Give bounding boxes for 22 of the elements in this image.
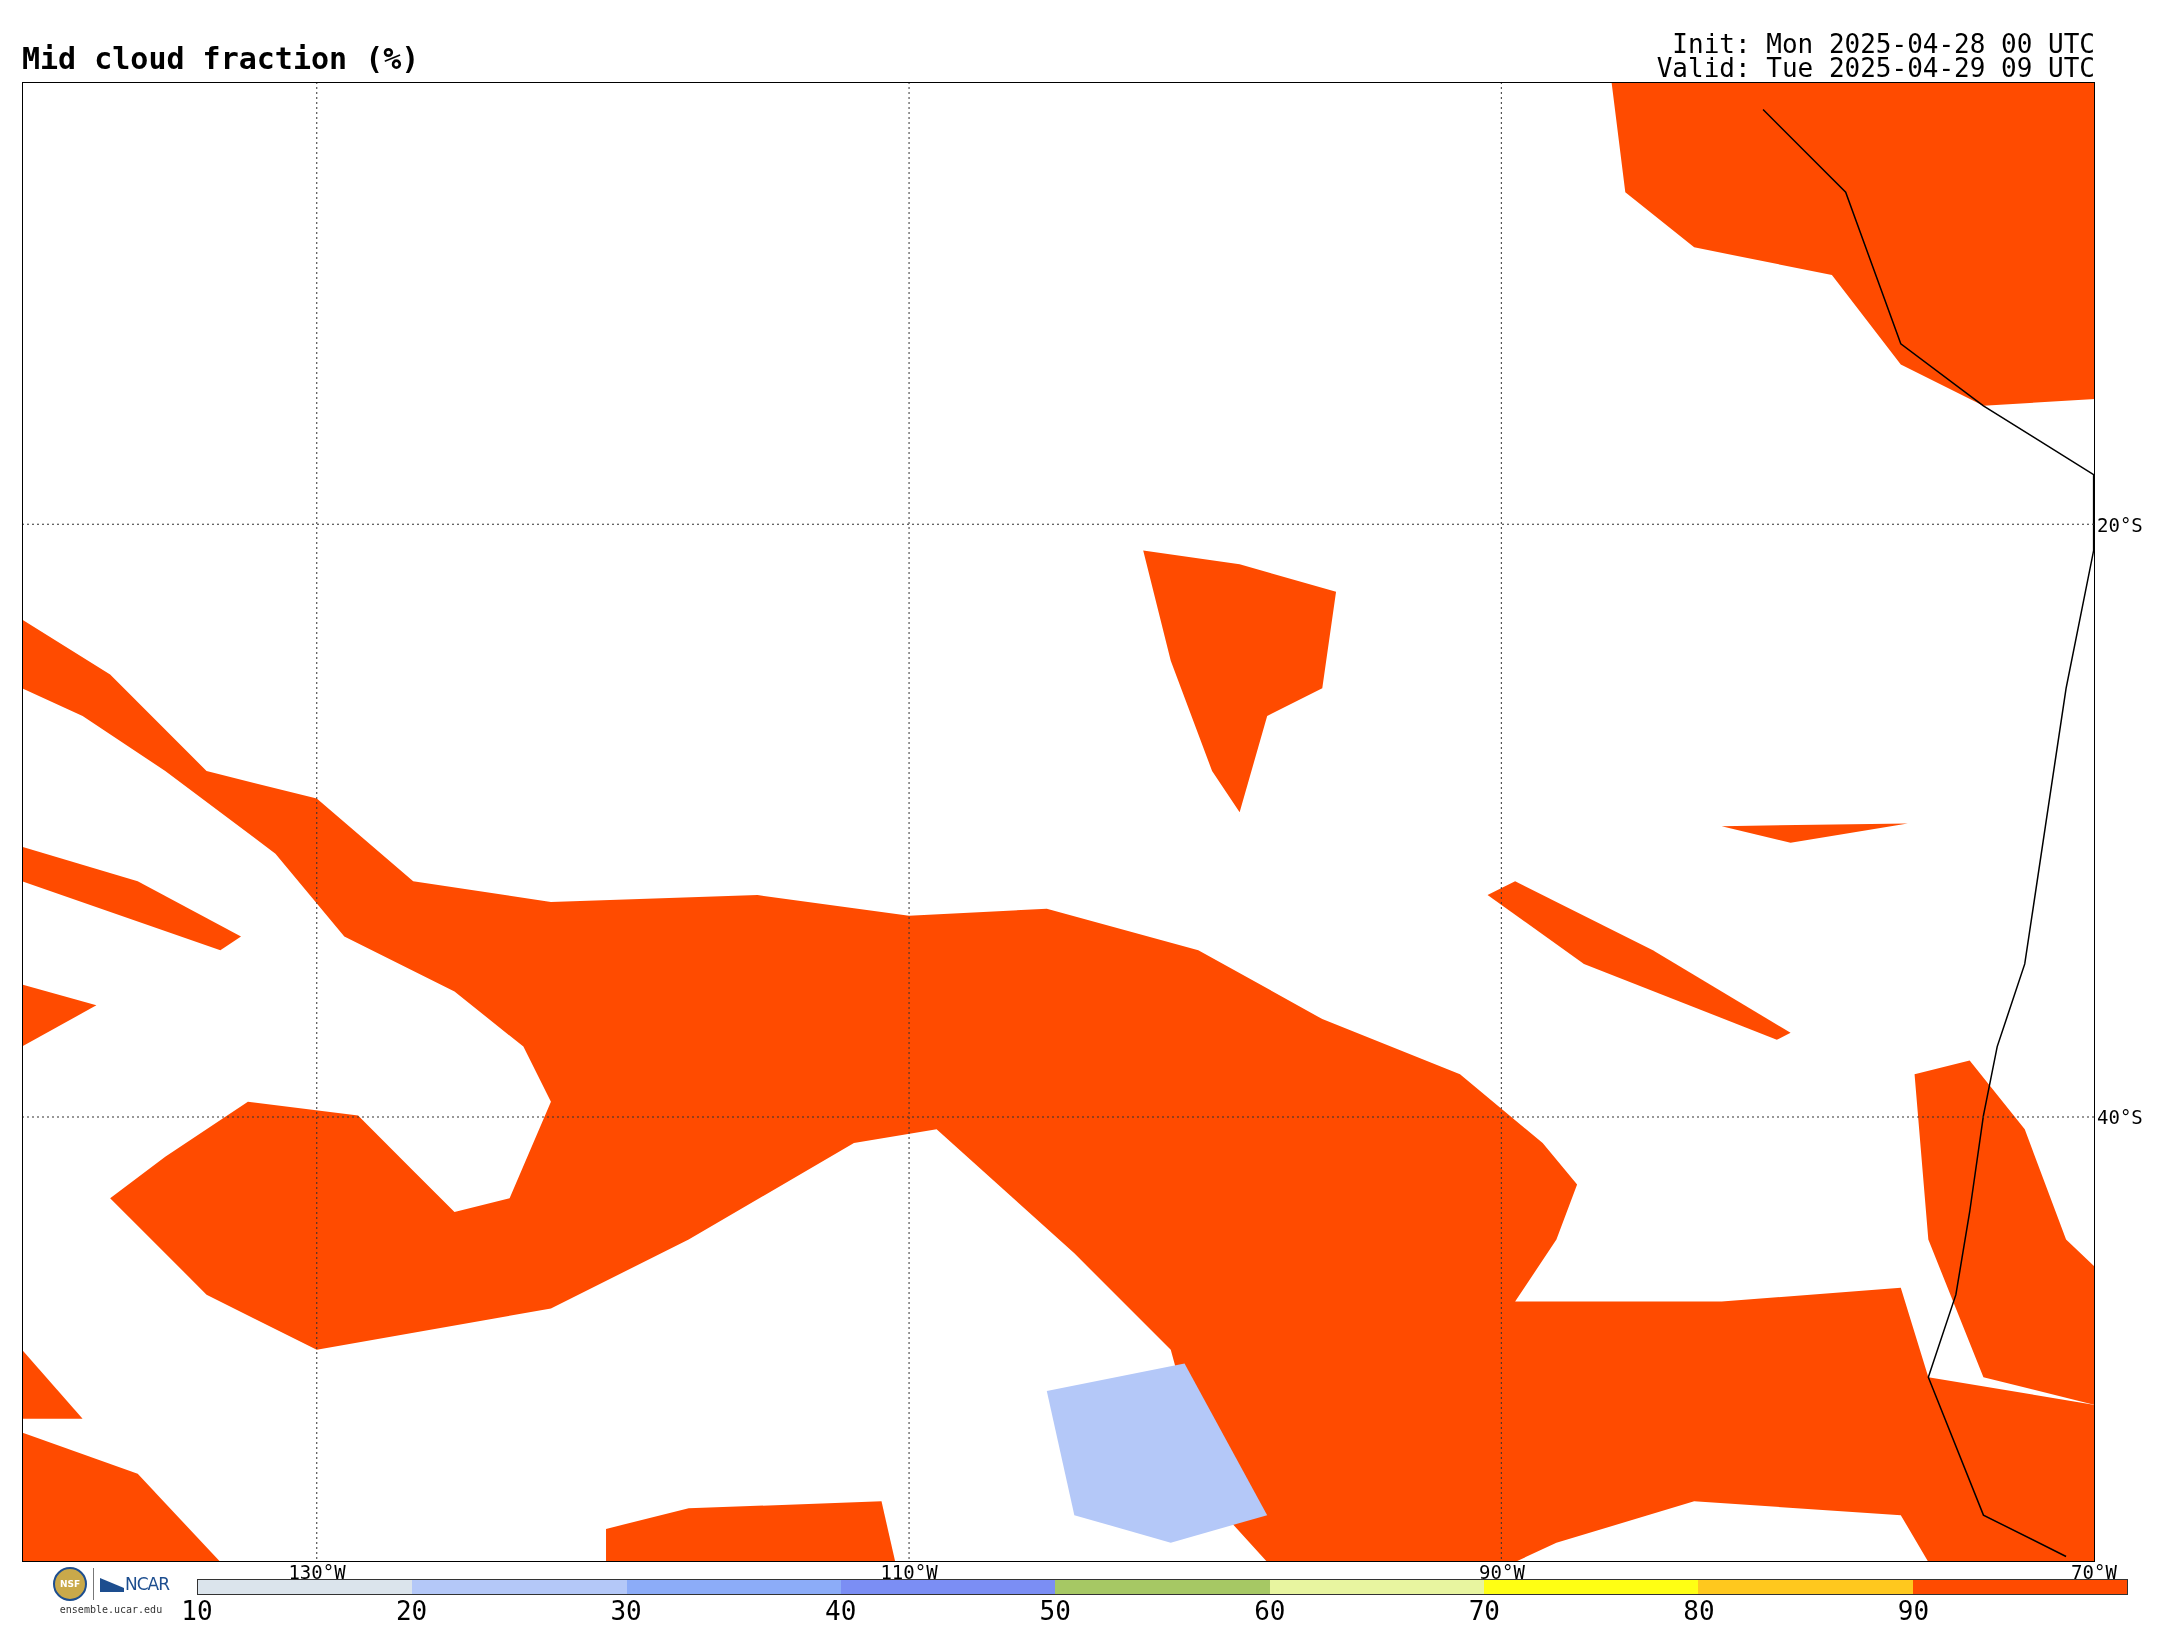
scale-tick-label: 40 xyxy=(825,1598,857,1624)
longitude-label: 130°W xyxy=(288,1563,346,1582)
scale-tick-label: 50 xyxy=(1039,1598,1071,1624)
scale-tick-label: 20 xyxy=(395,1598,428,1624)
latitude-label: 40°S xyxy=(2097,1107,2143,1127)
run-time-label: Init: Mon 2025-04-28 00 UTC xyxy=(1672,32,2095,56)
seal-logo: NSF xyxy=(53,1567,87,1601)
scale-tick-label: 70 xyxy=(1468,1598,1501,1624)
scale-tick-label: 30 xyxy=(610,1598,642,1624)
run-time-label: Valid: Tue 2025-04-29 09 UTC xyxy=(1656,56,2095,80)
mountain-icon xyxy=(100,1576,124,1592)
longitude-label: 90°W xyxy=(1479,1563,1525,1582)
latitude-label: 20°S xyxy=(2097,515,2143,535)
scale-tick-label: 60 xyxy=(1254,1598,1286,1624)
lab-logo-text: NCAR xyxy=(125,1574,169,1594)
chart-title: Mid cloud fraction (%) xyxy=(22,44,420,78)
longitude-label: 70°W xyxy=(2071,1563,2117,1582)
scale-tick-label: 10 xyxy=(181,1598,213,1624)
site-url: ensemble.ucar.edu xyxy=(59,1604,163,1615)
scale-tick-label: 80 xyxy=(1683,1598,1715,1624)
scale-tick-label: 90 xyxy=(1897,1598,1930,1624)
longitude-label: 110°W xyxy=(880,1563,938,1582)
